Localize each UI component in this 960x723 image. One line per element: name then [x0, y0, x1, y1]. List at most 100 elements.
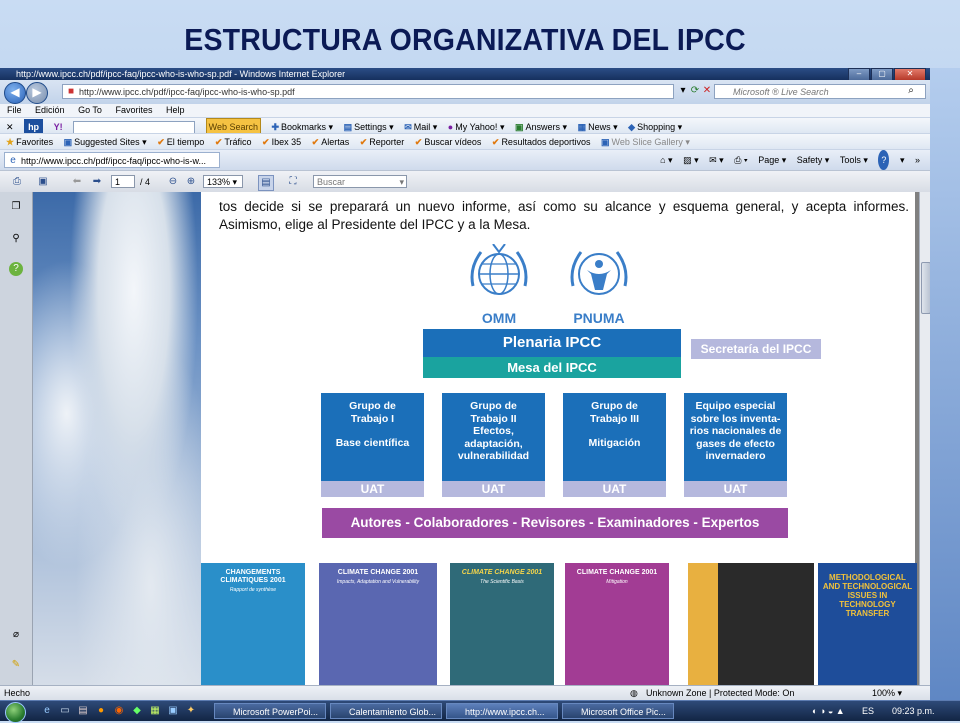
- quicklaunch-app1-icon[interactable]: ◆: [130, 704, 144, 718]
- tab-bar: e http://www.ipcc.ch/pdf/ipcc-faq/ipcc-w…: [0, 149, 930, 170]
- zone-text: Unknown Zone | Protected Mode: On: [646, 688, 795, 698]
- favorites-bar: ★ Favorites ▣ Suggested Sites ▾ ✔ El tiempo…: [0, 133, 930, 150]
- menu-bar: File Edición Go To Favorites Help: [0, 104, 930, 117]
- taskbar-ie[interactable]: http://www.ipcc.ch...: [446, 703, 558, 719]
- ie-icon: e: [10, 155, 16, 166]
- uat-box-2: UAT: [442, 481, 545, 497]
- fit-page-icon[interactable]: ⛶: [286, 175, 300, 189]
- tab-pdf[interactable]: e http://www.ipcc.ch/pdf/ipcc-faq/ipcc-w…: [4, 152, 220, 168]
- menu-file[interactable]: File: [7, 105, 22, 115]
- taskbar-powerpoint[interactable]: Microsoft PowerPoi...: [214, 703, 326, 719]
- fav-reporter[interactable]: ✔ Reporter: [360, 134, 405, 150]
- forward-button[interactable]: ▶: [26, 82, 48, 104]
- fav-suggested-sites[interactable]: ▣ Suggested Sites ▾: [64, 134, 147, 150]
- pages-icon[interactable]: ❐: [9, 200, 23, 214]
- group-box-4: Equipo especial sobre los inventa- rios n…: [684, 393, 787, 481]
- quicklaunch-folder-icon[interactable]: ▤: [76, 704, 90, 718]
- binoculars-icon[interactable]: ⚲: [9, 232, 23, 246]
- pnuma-logo: PNUMA: [563, 244, 635, 326]
- vertical-scrollbar[interactable]: [919, 192, 930, 685]
- menu-edit[interactable]: Edición: [35, 105, 65, 115]
- report-cover-2: CLIMATE CHANGE 2001 Impacts, Adaptation …: [319, 563, 437, 685]
- taskbar-calentamiento[interactable]: Calentamiento Glob...: [330, 703, 442, 719]
- help-question-icon[interactable]: ?: [9, 262, 23, 276]
- language-indicator[interactable]: ES: [862, 704, 874, 718]
- address-input[interactable]: ■ http://www.ipcc.ch/pdf/ipcc-faq/ipcc-w…: [62, 84, 674, 99]
- fav-ibex[interactable]: ✔ Ibex 35: [262, 134, 301, 150]
- fav-resultados[interactable]: ✔ Resultados deportivos: [492, 134, 591, 150]
- fav-alertas[interactable]: ✔ Alertas: [312, 134, 350, 150]
- browser-window: http://www.ipcc.ch/pdf/ipcc-faq/ipcc-who…: [0, 68, 930, 700]
- quicklaunch-firefox-icon[interactable]: ◉: [112, 704, 126, 718]
- autores-box: Autores - Colaboradores - Revisores - Ex…: [322, 508, 788, 538]
- next-page-icon[interactable]: ➡: [90, 175, 104, 189]
- comments-icon[interactable]: ✎: [9, 658, 23, 672]
- slide-background-sky: [33, 192, 201, 685]
- page-number-input[interactable]: 1: [111, 175, 135, 188]
- fav-el-tiempo[interactable]: ✔ El tiempo: [157, 134, 204, 150]
- fav-web-slice[interactable]: ▣ Web Slice Gallery ▾: [601, 134, 690, 150]
- find-dropdown-icon[interactable]: ▾: [399, 176, 404, 189]
- paragraph: tos decide si se preparará un nuevo info…: [219, 199, 909, 232]
- read-mail-icon[interactable]: ✉ ▾: [709, 150, 724, 170]
- window-title: http://www.ipcc.ch/pdf/ipcc-faq/ipcc-who…: [16, 69, 346, 79]
- fav-trafico[interactable]: ✔ Tráfico: [215, 134, 252, 150]
- omm-logo: OMM: [463, 243, 535, 326]
- zoom-in-icon[interactable]: ⊕: [184, 175, 198, 189]
- home-icon[interactable]: ⌂ ▾: [660, 150, 672, 170]
- quicklaunch-media-icon[interactable]: ●: [94, 704, 108, 718]
- quicklaunch-app3-icon[interactable]: ▣: [166, 704, 180, 718]
- report-cover-5: [688, 563, 718, 685]
- report-cover-1: CHANGEMENTS CLIMATIQUES 2001 Rapport de …: [201, 563, 305, 685]
- zoom-status[interactable]: 100% ▾: [872, 686, 902, 700]
- quicklaunch-desktop-icon[interactable]: ▭: [58, 704, 72, 718]
- omm-emblem-icon: [470, 243, 528, 295]
- page-menu[interactable]: Page ▾: [758, 150, 786, 170]
- pdf-save-icon[interactable]: ▣: [36, 175, 50, 189]
- fit-width-icon[interactable]: ▤: [258, 175, 274, 191]
- pdf-print-icon[interactable]: ⎙: [10, 175, 24, 189]
- omm-label: OMM: [481, 310, 517, 326]
- group-box-2: Grupo de Trabajo II Efectos, adaptación, v…: [442, 393, 545, 481]
- window-controls: – ▢ ✕: [848, 68, 926, 81]
- zoom-select[interactable]: 133% ▾: [203, 175, 243, 188]
- attachment-icon[interactable]: ⌀: [9, 628, 23, 642]
- feeds-icon[interactable]: ▨ ▾: [683, 150, 699, 170]
- quicklaunch-ie-icon[interactable]: e: [40, 704, 54, 718]
- address-bar: ◀ ▶ ■ http://www.ipcc.ch/pdf/ipcc-faq/ip…: [0, 80, 930, 104]
- safety-menu[interactable]: Safety ▾: [797, 150, 830, 170]
- menu-favorites[interactable]: Favorites: [115, 105, 152, 115]
- pdf-toolbar: ⎙ ▣ ⬅ ➡ 1 / 4 ⊖ ⊕ 133% ▾ ▤ ⛶ Buscar ▾: [0, 170, 930, 194]
- scroll-thumb[interactable]: [921, 262, 930, 314]
- report-cover-3: CLIMATE CHANGE 2001 The Scientific Basis: [450, 563, 554, 685]
- tools-menu[interactable]: Tools ▾: [840, 150, 868, 170]
- favorites-button[interactable]: ★ Favorites: [6, 134, 53, 150]
- taskbar-office-picture[interactable]: Microsoft Office Pic...: [562, 703, 674, 719]
- uat-box-1: UAT: [321, 481, 424, 497]
- print-icon[interactable]: ⎙ ▾: [734, 150, 747, 170]
- stop-icon[interactable]: ✕: [700, 84, 714, 98]
- tray-icons[interactable]: ◐ ◑ ◒ ▲: [812, 704, 845, 718]
- find-input[interactable]: Buscar ▾: [313, 175, 407, 188]
- help-icon[interactable]: ?: [878, 150, 890, 170]
- zone-globe-icon: ◍: [630, 688, 638, 698]
- more-icon[interactable]: »: [915, 150, 920, 170]
- taskbar-clock[interactable]: 09:23 p.m.: [892, 703, 960, 719]
- prev-page-icon[interactable]: ⬅: [70, 175, 84, 189]
- window-titlebar: http://www.ipcc.ch/pdf/ipcc-faq/ipcc-who…: [0, 68, 930, 81]
- command-bar: ⌂ ▾ ▨ ▾ ✉ ▾ ⎙ ▾ Page ▾ Safety ▾ Tools ▾ …: [656, 150, 924, 170]
- page-total: / 4: [140, 177, 151, 187]
- back-button[interactable]: ◀: [4, 82, 26, 104]
- live-search-input[interactable]: Microsoft ® Live Search: [714, 84, 926, 99]
- search-icon[interactable]: ⌕: [904, 84, 918, 98]
- zoom-out-icon[interactable]: ⊖: [166, 175, 180, 189]
- quicklaunch-app4-icon[interactable]: ✦: [184, 704, 198, 718]
- extra-menu-icon[interactable]: ▾: [900, 150, 905, 170]
- group-box-1: Grupo de Trabajo I Base científica: [321, 393, 424, 481]
- quicklaunch-app2-icon[interactable]: ▦: [148, 704, 162, 718]
- cover-bg-5: [688, 563, 718, 685]
- menu-goto[interactable]: Go To: [78, 105, 102, 115]
- uat-box-3: UAT: [563, 481, 666, 497]
- menu-help[interactable]: Help: [166, 105, 185, 115]
- fav-buscar-videos[interactable]: ✔ Buscar vídeos: [415, 134, 482, 150]
